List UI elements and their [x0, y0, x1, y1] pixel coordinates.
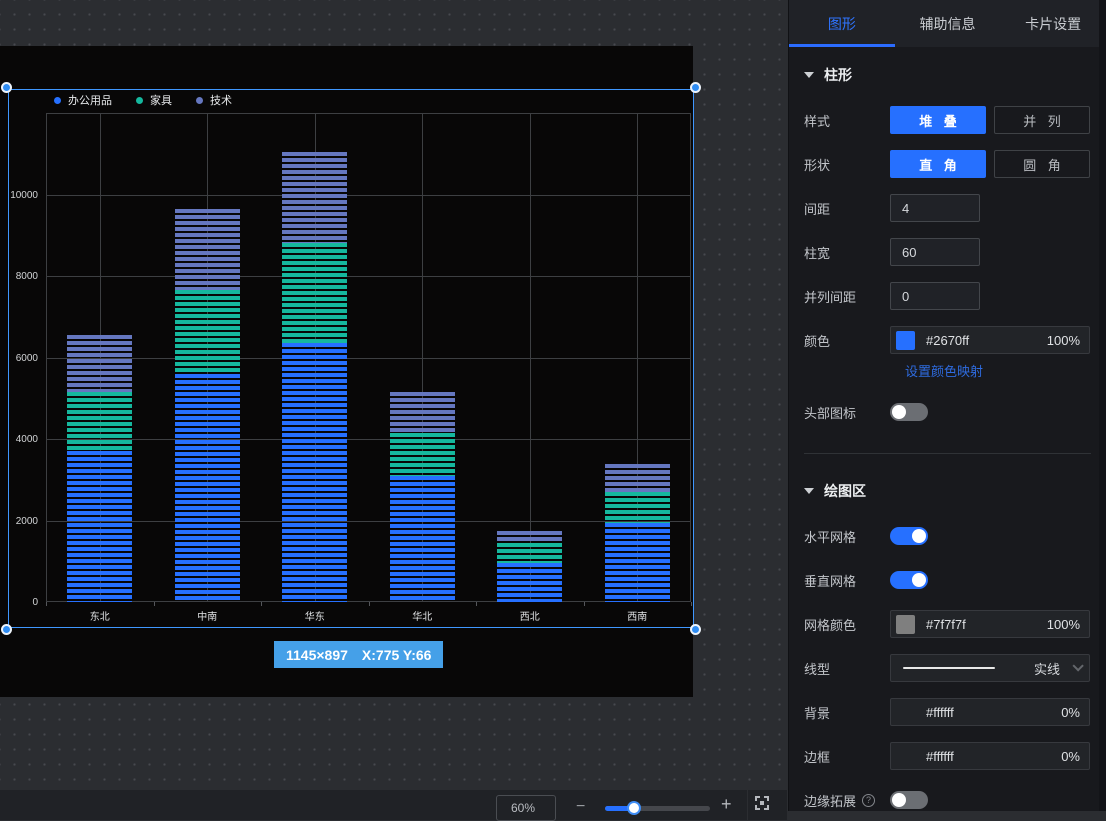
background-color-field[interactable]: #ffffff 0% — [890, 698, 1090, 726]
gap-input[interactable] — [890, 194, 980, 222]
edge-expand-label: 边缘拓展 ? — [804, 791, 890, 810]
side-gap-input[interactable] — [890, 282, 980, 310]
h-grid-label: 水平网格 — [804, 527, 890, 546]
row-side-gap: 并列间距 — [804, 282, 1091, 310]
section-title: 绘图区 — [824, 481, 866, 501]
row-background: 背景 #ffffff 0% — [804, 698, 1091, 726]
tab-card-settings[interactable]: 卡片设置 — [1000, 0, 1106, 47]
grid-color-field[interactable]: #7f7f7f 100% — [890, 610, 1090, 638]
horizontal-grid-toggle[interactable] — [890, 527, 928, 545]
row-border: 边框 #ffffff 0% — [804, 742, 1091, 770]
edge-expand-toggle[interactable] — [890, 791, 928, 809]
active-tab-underline — [789, 44, 895, 47]
chevron-down-icon — [1072, 660, 1083, 671]
toolbar-divider — [747, 790, 748, 820]
border-color-swatch[interactable] — [896, 747, 915, 766]
style-label: 样式 — [804, 111, 890, 130]
shape-label: 形状 — [804, 155, 890, 174]
background-opacity: 0% — [1061, 705, 1080, 720]
grid-color-label: 网格颜色 — [804, 615, 890, 634]
border-color-hex: #ffffff — [926, 749, 1061, 764]
row-horizontal-grid: 水平网格 — [804, 522, 1091, 550]
bar-color-field[interactable]: #2670ff 100% — [890, 326, 1090, 354]
zoom-out-button[interactable]: − — [576, 798, 585, 816]
row-gap: 间距 — [804, 194, 1091, 222]
set-color-mapping-link[interactable]: 设置颜色映射 — [905, 364, 983, 379]
section-header-plot-area[interactable]: 绘图区 — [804, 481, 1091, 501]
help-icon[interactable]: ? — [862, 794, 875, 807]
background-color-hex: #ffffff — [926, 705, 1061, 720]
background-label: 背景 — [804, 703, 890, 722]
zoom-level-select[interactable]: 60% — [496, 795, 556, 821]
grid-color-hex: #7f7f7f — [926, 617, 1047, 632]
grid-color-opacity: 100% — [1047, 617, 1080, 632]
selection-size-badge: 1145×897 X:775 Y:66 — [274, 641, 443, 668]
panel-scrollbar[interactable] — [1099, 0, 1106, 811]
bar-color-opacity: 100% — [1047, 333, 1080, 348]
zoom-slider-knob[interactable] — [627, 801, 641, 815]
canvas-editor-area[interactable]: 办公用品家具技术0200040006000800010000东北中南华东华北西北… — [0, 0, 787, 811]
bar-width-label: 柱宽 — [804, 243, 890, 262]
head-icon-toggle[interactable] — [890, 403, 928, 421]
vertical-grid-toggle[interactable] — [890, 571, 928, 589]
zoom-in-button[interactable]: + — [721, 794, 732, 815]
bar-color-hex: #2670ff — [926, 333, 1047, 348]
resize-handle-top-left[interactable] — [1, 82, 12, 93]
bar-width-input[interactable] — [890, 238, 980, 266]
line-type-value: 实线 — [1034, 659, 1060, 678]
settings-panel: 图形 辅助信息 卡片设置 柱形 样式 堆 叠 并 列 形状 直 角 圆 角 间距 — [788, 0, 1106, 811]
row-line-type: 线型 实线 — [804, 654, 1091, 682]
collapse-triangle-icon — [804, 72, 814, 78]
gap-label: 间距 — [804, 199, 890, 218]
row-grid-color: 网格颜色 #7f7f7f 100% — [804, 610, 1091, 638]
row-bar-width: 柱宽 — [804, 238, 1091, 266]
grid-color-swatch[interactable] — [896, 615, 915, 634]
border-color-field[interactable]: #ffffff 0% — [890, 742, 1090, 770]
row-color: 颜色 #2670ff 100% — [804, 326, 1091, 354]
panel-content: 柱形 样式 堆 叠 并 列 形状 直 角 圆 角 间距 柱宽 并列间距 — [789, 47, 1106, 814]
line-type-select[interactable]: 实线 — [890, 654, 1090, 682]
fit-to-screen-icon[interactable] — [755, 796, 769, 810]
chart-selection-rect[interactable] — [8, 89, 694, 628]
section-divider — [804, 453, 1091, 454]
solid-line-sample — [903, 667, 995, 669]
shape-rounded-button[interactable]: 圆 角 — [994, 150, 1090, 178]
bar-color-swatch[interactable] — [896, 331, 915, 350]
tab-graphic[interactable]: 图形 — [789, 0, 895, 47]
row-style: 样式 堆 叠 并 列 — [804, 106, 1091, 134]
style-stacked-button[interactable]: 堆 叠 — [890, 106, 986, 134]
zoom-toolbar: 60% − + — [0, 790, 787, 820]
style-side-by-side-button[interactable]: 并 列 — [994, 106, 1090, 134]
shape-right-angle-button[interactable]: 直 角 — [890, 150, 986, 178]
border-label: 边框 — [804, 747, 890, 766]
row-color-map: 设置颜色映射 — [905, 361, 1091, 381]
border-opacity: 0% — [1061, 749, 1080, 764]
head-icon-label: 头部图标 — [804, 403, 890, 422]
color-label: 颜色 — [804, 331, 890, 350]
row-edge-expand: 边缘拓展 ? — [804, 786, 1091, 814]
row-vertical-grid: 垂直网格 — [804, 566, 1091, 594]
zoom-slider[interactable] — [605, 806, 710, 811]
background-color-swatch[interactable] — [896, 703, 915, 722]
badge-dimensions: 1145×897 — [286, 647, 348, 663]
side-gap-label: 并列间距 — [804, 287, 890, 306]
resize-handle-top-right[interactable] — [690, 82, 701, 93]
v-grid-label: 垂直网格 — [804, 571, 890, 590]
line-type-label: 线型 — [804, 659, 890, 678]
panel-tab-bar: 图形 辅助信息 卡片设置 — [789, 0, 1106, 47]
row-head-icon: 头部图标 — [804, 398, 1091, 426]
resize-handle-bottom-right[interactable] — [690, 624, 701, 635]
row-shape: 形状 直 角 圆 角 — [804, 150, 1091, 178]
section-header-bar[interactable]: 柱形 — [804, 65, 1091, 85]
collapse-triangle-icon — [804, 488, 814, 494]
badge-position: X:775 Y:66 — [362, 647, 432, 663]
tab-auxiliary-info[interactable]: 辅助信息 — [895, 0, 1001, 47]
section-title: 柱形 — [824, 65, 852, 85]
resize-handle-bottom-left[interactable] — [1, 624, 12, 635]
